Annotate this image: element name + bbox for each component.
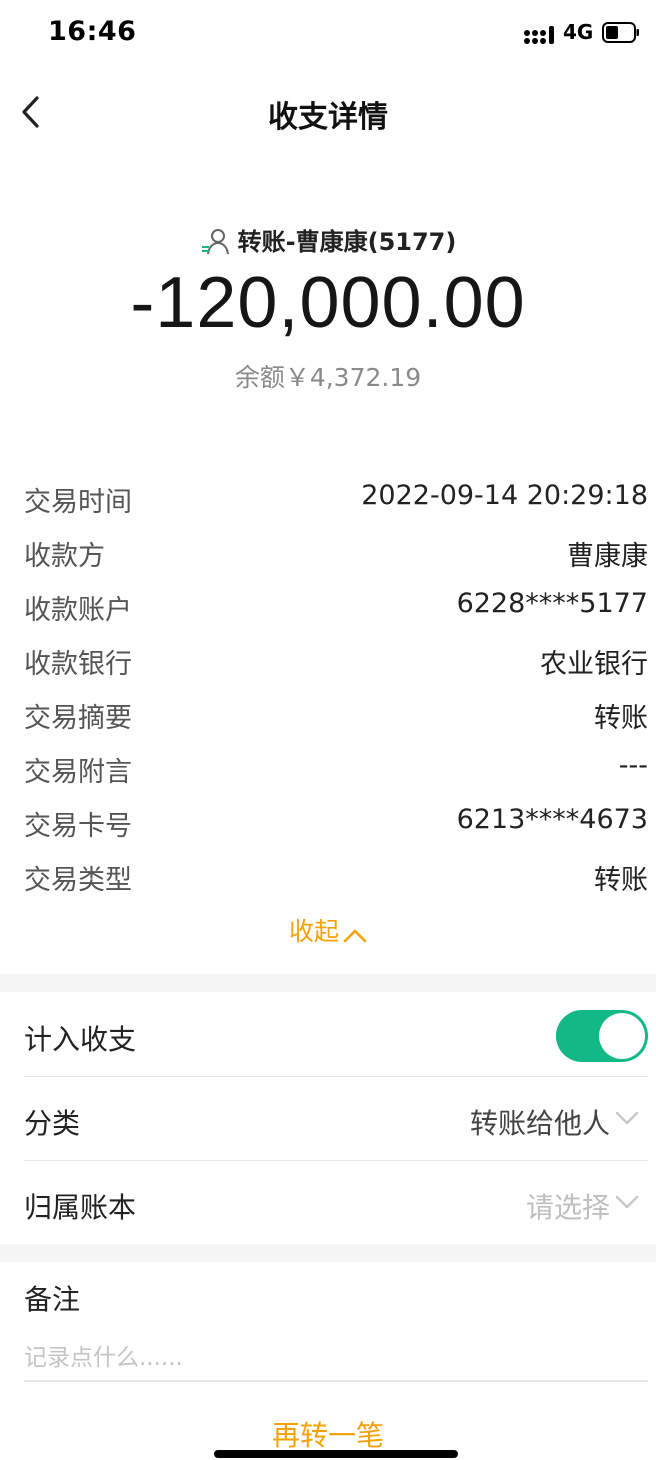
section-divider	[0, 974, 656, 992]
detail-row: 交易摘要 转账	[24, 688, 648, 742]
detail-row: 收款账户 6228****5177	[24, 580, 648, 634]
include-in-ledger-row: 计入收支	[24, 994, 648, 1077]
detail-label: 交易附言	[24, 757, 132, 788]
note-input[interactable]	[24, 1336, 648, 1382]
detail-list: 交易时间 2022-09-14 20:29:18 收款方 曹康康收款账户 6228***…	[24, 472, 648, 904]
detail-row: 交易时间 2022-09-14 20:29:18	[24, 472, 648, 526]
detail-row: 收款银行 农业银行	[24, 634, 648, 688]
chevron-down-icon	[615, 1195, 639, 1209]
detail-value: 6213****4673	[456, 804, 648, 835]
page-title: 收支详情	[268, 100, 388, 135]
chevron-down-icon	[615, 1111, 639, 1125]
note-label: 备注	[24, 1283, 81, 1316]
detail-label: 收款方	[24, 541, 105, 572]
category-label: 分类	[24, 1107, 81, 1140]
detail-value: 转账	[594, 865, 648, 896]
detail-label: 交易摘要	[24, 703, 132, 734]
detail-value: 6228****5177	[456, 588, 648, 619]
detail-row: 交易卡号 6213****4673	[24, 796, 648, 850]
detail-value: 曹康康	[567, 541, 648, 572]
detail-row: 交易附言 ---	[24, 742, 648, 796]
detail-row: 收款方 曹康康	[24, 526, 648, 580]
ledger-label: 归属账本	[24, 1191, 137, 1224]
detail-label: 交易卡号	[24, 811, 132, 842]
transfer-again-button[interactable]: 再转一笔	[0, 1414, 656, 1454]
detail-value: ---	[618, 750, 648, 781]
detail-row: 交易类型 转账	[24, 850, 648, 904]
battery-icon	[602, 22, 639, 43]
payee-text: 转账-曹康康(5177)	[237, 228, 457, 256]
collapse-label: 收起	[288, 917, 339, 946]
category-row[interactable]: 分类 转账给他人	[24, 1078, 648, 1161]
detail-value: 2022-09-14 20:29:18	[361, 480, 648, 511]
detail-label: 交易时间	[24, 487, 132, 518]
detail-value: 农业银行	[540, 649, 648, 680]
toggle-knob	[599, 1013, 645, 1059]
detail-value: 转账	[594, 703, 648, 734]
network-type: 4G	[563, 20, 594, 44]
ledger-placeholder: 请选择	[525, 1191, 610, 1224]
collapse-button[interactable]: 收起	[0, 912, 656, 948]
section-divider	[0, 1244, 656, 1262]
home-indicator	[214, 1450, 458, 1458]
category-value: 转账给他人	[469, 1107, 610, 1140]
signal-icon	[524, 26, 554, 44]
person-icon	[201, 229, 229, 255]
status-time: 16:46	[48, 16, 137, 47]
status-bar: 16:46 4G	[0, 0, 656, 70]
include-toggle[interactable]	[556, 1010, 648, 1062]
chevron-up-icon	[343, 929, 367, 943]
ledger-row[interactable]: 归属账本 请选择	[24, 1162, 648, 1244]
payee-line: 转账-曹康康(5177)	[0, 222, 656, 257]
detail-label: 收款账户	[24, 595, 132, 626]
include-label: 计入收支	[24, 1023, 137, 1056]
balance-text: 余额￥4,372.19	[234, 363, 422, 392]
detail-label: 收款银行	[24, 649, 132, 680]
transaction-amount: -120,000.00	[130, 263, 526, 343]
detail-label: 交易类型	[24, 865, 132, 896]
